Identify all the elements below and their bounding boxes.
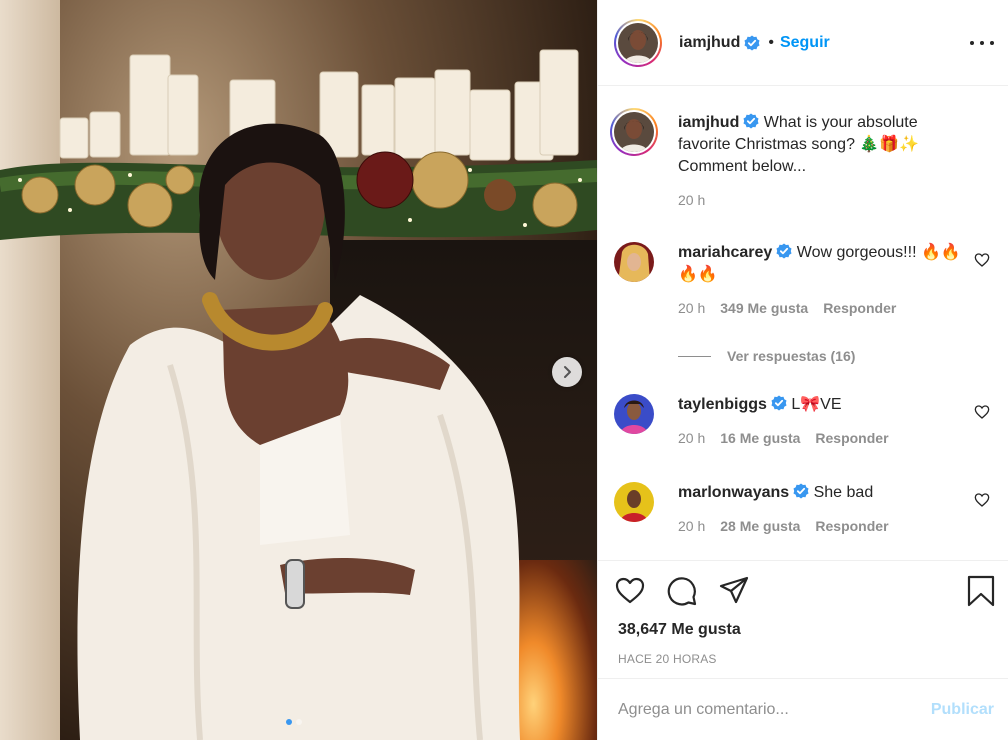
header-separator: • xyxy=(768,33,774,51)
follow-button[interactable]: Seguir xyxy=(780,34,830,52)
commenter-avatar[interactable] xyxy=(614,482,654,522)
likes-count[interactable]: 38,647 Me gusta xyxy=(618,621,741,639)
author-avatar-ring[interactable] xyxy=(614,18,662,67)
commenter-avatar[interactable] xyxy=(614,394,654,434)
comment-timestamp[interactable]: 20 h xyxy=(678,300,705,316)
comment-like-heart-icon[interactable] xyxy=(974,404,990,420)
post-photo[interactable] xyxy=(0,0,597,740)
comment-like-heart-icon[interactable] xyxy=(974,252,990,268)
comment-username[interactable]: marlonwayans xyxy=(678,484,789,501)
post-side-panel: iamjhud • Seguir iamjhud What is your ab… xyxy=(597,0,1008,740)
comments-list[interactable]: iamjhud What is your absolute favorite C… xyxy=(598,86,1008,560)
reply-button[interactable]: Responder xyxy=(815,430,888,446)
comment-item: marlonwayans She bad 20 h 28 Me gusta Re… xyxy=(614,482,994,534)
comment-item: mariahcarey Wow gorgeous!!! 🔥🔥🔥🔥 20 h 34… xyxy=(614,242,994,316)
comment-username[interactable]: mariahcarey xyxy=(678,244,772,261)
post-header: iamjhud • Seguir xyxy=(598,0,1008,86)
comment-username[interactable]: taylenbiggs xyxy=(678,396,767,413)
publish-button[interactable]: Publicar xyxy=(931,701,994,719)
comment-item: taylenbiggs L🎀VE 20 h 16 Me gusta Respon… xyxy=(614,394,994,446)
person-in-white-coat xyxy=(77,123,520,740)
comment-likes[interactable]: 349 Me gusta xyxy=(720,300,808,316)
author-avatar[interactable] xyxy=(618,22,658,63)
verified-badge-icon xyxy=(771,395,787,411)
post-caption: iamjhud What is your absolute favorite C… xyxy=(610,108,994,208)
reply-button[interactable]: Responder xyxy=(815,518,888,534)
paper-plane-icon[interactable] xyxy=(718,575,750,607)
more-options-icon[interactable] xyxy=(970,31,994,55)
comment-likes[interactable]: 28 Me gusta xyxy=(720,518,800,534)
caption-avatar-ring[interactable] xyxy=(610,108,658,156)
instagram-post: iamjhud • Seguir iamjhud What is your ab… xyxy=(0,0,1008,740)
verified-badge-icon xyxy=(793,483,809,499)
comment-text: L🎀VE xyxy=(791,396,842,413)
view-replies-button[interactable]: Ver respuestas (16) xyxy=(678,348,855,364)
add-comment-bar: Publicar xyxy=(598,678,1008,740)
commenter-avatar[interactable] xyxy=(614,242,654,282)
comment-bubble-icon[interactable] xyxy=(666,575,698,607)
carousel-dot xyxy=(296,719,302,725)
bookmark-icon[interactable] xyxy=(966,575,996,607)
author-username[interactable]: iamjhud xyxy=(679,34,740,52)
post-time-ago[interactable]: HACE 20 HORAS xyxy=(618,652,717,666)
verified-badge-icon xyxy=(776,243,792,259)
comment-timestamp[interactable]: 20 h xyxy=(678,430,705,446)
comment-like-heart-icon[interactable] xyxy=(974,492,990,508)
caption-avatar[interactable] xyxy=(614,112,654,152)
caption-timestamp[interactable]: 20 h xyxy=(678,192,705,208)
reply-button[interactable]: Responder xyxy=(823,300,896,316)
verified-badge-icon xyxy=(744,35,760,50)
heart-icon[interactable] xyxy=(614,575,646,607)
chevron-right-icon xyxy=(564,366,571,378)
carousel-dot-active xyxy=(286,719,292,725)
comment-input[interactable] xyxy=(618,700,931,719)
comment-timestamp[interactable]: 20 h xyxy=(678,518,705,534)
carousel-next-button[interactable] xyxy=(552,357,582,387)
comment-text: She bad xyxy=(813,484,874,501)
view-replies-label: Ver respuestas (16) xyxy=(727,348,856,364)
verified-badge-icon xyxy=(743,113,759,129)
carousel-indicator xyxy=(286,719,302,725)
comment-likes[interactable]: 16 Me gusta xyxy=(720,430,800,446)
caption-username[interactable]: iamjhud xyxy=(678,114,739,131)
post-actions: 38,647 Me gusta HACE 20 HORAS xyxy=(598,560,1008,678)
